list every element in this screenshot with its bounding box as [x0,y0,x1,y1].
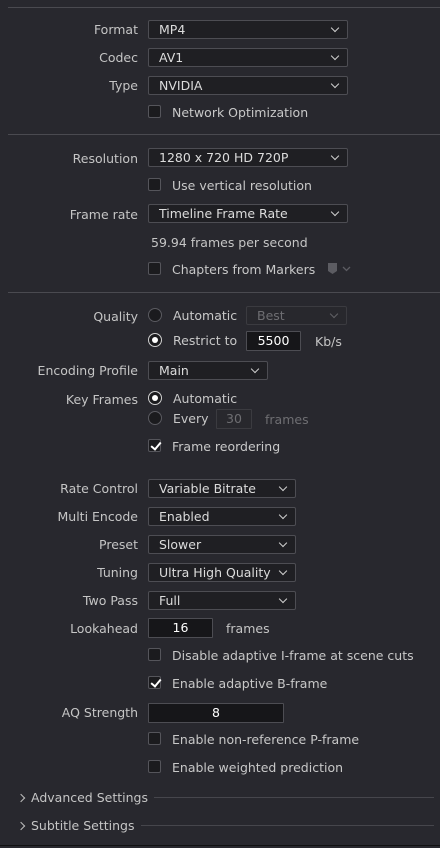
network-optimization-label: Network Optimization [172,105,309,120]
chevron-down-icon [330,151,340,161]
section-divider [8,134,440,135]
non-reference-p-frame-checkbox[interactable] [148,732,161,745]
codec-value: AV1 [159,50,184,65]
top-divider [8,7,440,8]
aq-strength-label: AQ Strength [61,705,138,720]
type-dropdown[interactable]: NVIDIA [148,76,348,95]
quality-automatic-value: Best [257,308,285,323]
quality-automatic-radio[interactable] [148,308,162,322]
preset-dropdown[interactable]: Slower [148,535,296,554]
preset-value: Slower [159,537,202,552]
multi-encode-dropdown[interactable]: Enabled [148,507,296,526]
key-frames-every-input[interactable]: 30 [216,409,252,429]
format-label: Format [93,22,138,37]
two-pass-value: Full [159,593,181,608]
subtitle-settings-divider [141,825,434,826]
subtitle-settings-expander[interactable]: Subtitle Settings [16,818,135,833]
lookahead-input[interactable]: 16 [148,618,213,638]
chevron-down-icon [330,51,340,61]
key-frames-automatic-radio[interactable] [148,391,162,405]
tuning-value: Ultra High Quality [159,565,271,580]
use-vertical-resolution-label: Use vertical resolution [172,178,312,193]
format-dropdown[interactable]: MP4 [148,20,348,39]
tuning-label: Tuning [97,565,138,580]
chevron-down-icon [278,482,288,492]
encoding-profile-label: Encoding Profile [37,363,138,378]
non-reference-p-frame-label: Enable non-reference P-frame [172,732,360,747]
chevron-down-icon [278,510,288,520]
advanced-settings-expander[interactable]: Advanced Settings [16,790,148,805]
chevron-down-icon [330,79,340,89]
disable-adaptive-i-frame-checkbox[interactable] [148,648,161,661]
bitrate-input[interactable]: 5500 [246,331,301,351]
encoding-profile-value: Main [159,363,189,378]
frame-reordering-label: Frame reordering [172,439,281,454]
quality-restrict-label: Restrict to [173,333,238,348]
quality-automatic-dropdown[interactable]: Best [246,306,347,325]
frame-rate-label: Frame rate [69,207,138,222]
frame-reordering-checkbox[interactable] [148,439,161,452]
chevron-right-icon [16,793,26,803]
lookahead-unit: frames [226,621,270,636]
lookahead-label: Lookahead [70,621,138,636]
weighted-prediction-label: Enable weighted prediction [172,760,344,775]
disable-adaptive-i-frame-label: Disable adaptive I-frame at scene cuts [172,648,414,663]
multi-encode-label: Multi Encode [57,509,139,524]
network-optimization-checkbox[interactable] [148,105,161,118]
codec-label: Codec [99,50,138,65]
chapters-from-markers-checkbox[interactable] [148,262,161,275]
resolution-label: Resolution [72,151,138,166]
section-divider [8,292,440,293]
chevron-down-icon [278,538,288,548]
format-value: MP4 [159,22,186,37]
frame-rate-dropdown[interactable]: Timeline Frame Rate [148,204,348,223]
chevron-down-icon [250,364,260,374]
two-pass-label: Two Pass [82,593,138,608]
quality-automatic-label: Automatic [173,308,238,323]
quality-restrict-radio[interactable] [148,333,162,347]
key-frames-every-label: Every [173,411,209,426]
type-value: NVIDIA [159,78,203,93]
use-vertical-resolution-checkbox[interactable] [148,178,161,191]
rate-control-dropdown[interactable]: Variable Bitrate [148,479,296,498]
key-frames-unit: frames [265,412,309,427]
rate-control-value: Variable Bitrate [159,481,256,496]
codec-dropdown[interactable]: AV1 [148,48,348,67]
chapters-from-markers-label: Chapters from Markers [172,262,316,277]
advanced-settings-label: Advanced Settings [31,790,148,805]
chevron-down-icon [330,207,340,217]
preset-label: Preset [99,537,138,552]
enable-adaptive-b-frame-label: Enable adaptive B-frame [172,676,328,691]
advanced-settings-divider [154,797,434,798]
encoding-profile-dropdown[interactable]: Main [148,361,268,380]
type-label: Type [109,78,138,93]
quality-label: Quality [93,309,138,324]
resolution-dropdown[interactable]: 1280 x 720 HD 720P [148,148,348,167]
frame-rate-value: Timeline Frame Rate [159,206,288,221]
frame-rate-info: 59.94 frames per second [151,235,308,250]
rate-control-label: Rate Control [60,481,138,496]
aq-strength-input[interactable]: 8 [148,703,284,723]
chevron-right-icon [16,821,26,831]
subtitle-settings-label: Subtitle Settings [31,818,135,833]
multi-encode-value: Enabled [159,509,210,524]
chevron-down-icon [329,309,339,319]
chevron-down-icon [330,23,340,33]
chevron-down-icon [278,566,288,576]
tuning-dropdown[interactable]: Ultra High Quality [148,563,296,582]
key-frames-label: Key Frames [65,392,138,407]
bitrate-unit: Kb/s [315,334,342,349]
two-pass-dropdown[interactable]: Full [148,591,296,610]
bottom-divider [0,845,440,846]
resolution-value: 1280 x 720 HD 720P [159,150,289,165]
enable-adaptive-b-frame-checkbox[interactable] [148,676,161,689]
key-frames-every-radio[interactable] [148,411,162,425]
chevron-down-icon [278,594,288,604]
key-frames-automatic-label: Automatic [173,391,238,406]
weighted-prediction-checkbox[interactable] [148,760,161,773]
